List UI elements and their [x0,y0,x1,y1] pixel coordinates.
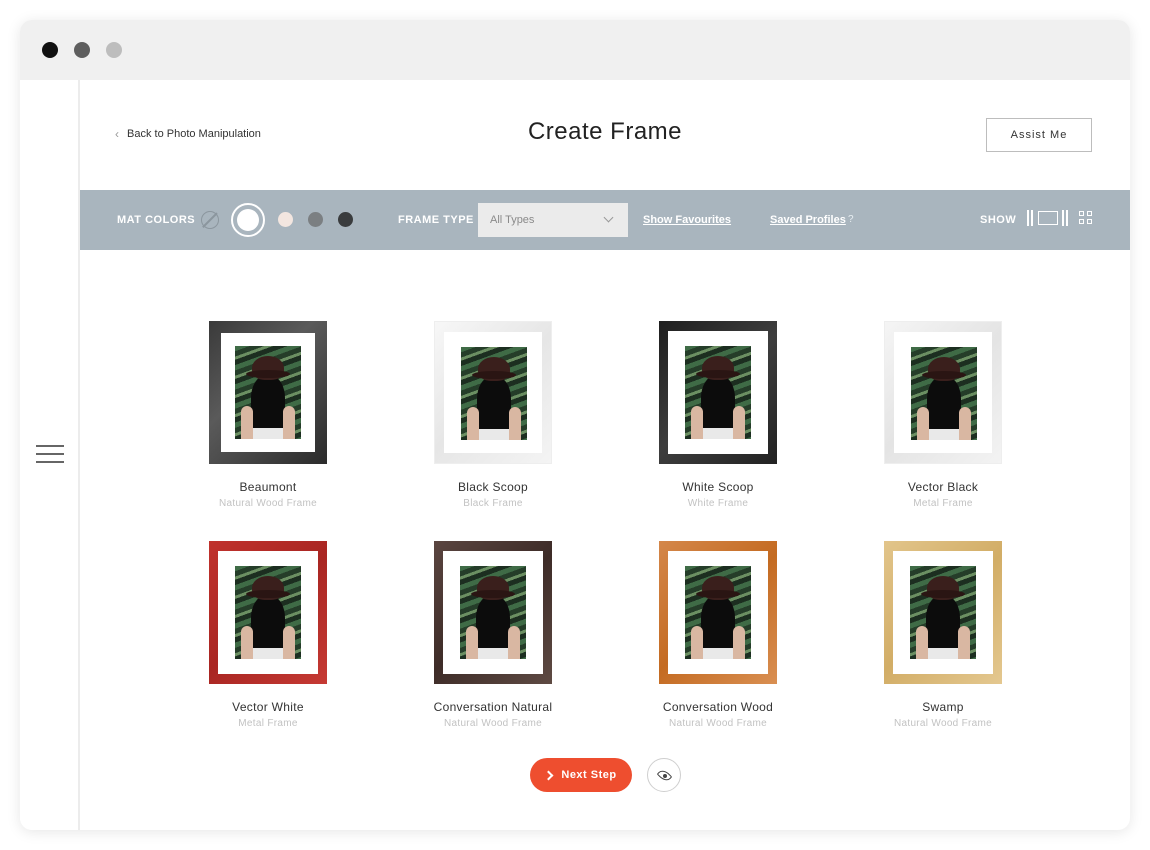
grid-view-icon[interactable] [1079,211,1093,225]
saved-profiles-link[interactable]: Saved Profiles [770,214,846,226]
frame-type-label: FRAME TYPE [398,214,474,226]
frame-preview [434,321,552,464]
frame-card[interactable]: Vector Black Metal Frame [853,321,1033,509]
photo-thumbnail [235,346,301,439]
page-title: Create Frame [527,118,683,145]
frame-type: Natural Wood Frame [218,498,318,509]
frame-preview [659,321,777,464]
frame-preview [209,541,327,684]
frame-card[interactable]: White Scoop White Frame [628,321,808,509]
frame-preview [884,541,1002,684]
show-label: SHOW [980,214,1017,226]
frame-type: Natural Wood Frame [443,718,543,729]
frame-card[interactable]: Vector White Metal Frame [178,541,358,729]
frame-type: White Frame [687,498,749,509]
chevron-right-icon [543,770,554,780]
photo-thumbnail [685,566,751,659]
mat-color-dark-swatch[interactable] [338,212,353,227]
single-view-icon[interactable] [1027,210,1069,226]
frame-type: Metal Frame [238,718,298,729]
frame-type: Metal Frame [913,498,973,509]
mat-color-cream-swatch[interactable] [278,212,293,227]
frame-type: Natural Wood Frame [668,718,768,729]
frame-name: Beaumont [239,480,297,494]
help-icon[interactable]: ? [848,214,854,225]
chevron-down-icon [603,212,614,223]
minimize-window-button[interactable] [74,42,90,58]
app-window: ‹ Back to Photo Manipulation Create Fram… [20,20,1130,830]
filter-toolbar: MAT COLORS FRAME TYPE All Types Show Fav… [80,190,1130,250]
preview-button[interactable] [647,758,681,792]
photo-thumbnail [911,347,977,440]
frame-name: Conversation Wood [662,700,774,714]
photo-thumbnail [460,566,526,659]
mat-color-none-swatch[interactable] [201,211,219,229]
close-window-button[interactable] [42,42,58,58]
maximize-window-button[interactable] [106,42,122,58]
title-bar [20,20,1130,80]
assist-me-button[interactable]: Assist Me [986,118,1092,152]
frame-preview [884,321,1002,464]
frame-name: White Scoop [682,480,754,494]
frame-card[interactable]: Conversation Wood Natural Wood Frame [628,541,808,729]
frame-preview [659,541,777,684]
frame-card[interactable]: Beaumont Natural Wood Frame [178,321,358,509]
sidebar [20,80,80,830]
mat-color-gray-swatch[interactable] [308,212,323,227]
frame-name: Swamp [922,700,964,714]
frame-name: Vector White [232,700,304,714]
show-favourites-link[interactable]: Show Favourites [643,214,731,226]
mat-colors-label: MAT COLORS [117,214,196,226]
photo-thumbnail [461,347,527,440]
frame-name: Vector Black [907,480,979,494]
frame-preview [434,541,552,684]
photo-thumbnail [235,566,301,659]
frame-preview [209,321,327,464]
photo-thumbnail [685,346,751,439]
frame-card[interactable]: Black Scoop Black Frame [403,321,583,509]
next-step-label: Next Step [561,769,617,781]
frame-type-value: All Types [490,214,535,226]
frame-card[interactable]: Conversation Natural Natural Wood Frame [403,541,583,729]
frame-name: Black Scoop [457,480,528,494]
frame-name: Conversation Natural [433,700,553,714]
main-content: ‹ Back to Photo Manipulation Create Fram… [80,80,1130,830]
hamburger-menu-icon[interactable] [36,445,64,465]
mat-color-white-swatch[interactable] [231,203,265,237]
frame-type: Natural Wood Frame [893,718,993,729]
frame-card[interactable]: Swamp Natural Wood Frame [853,541,1033,729]
photo-thumbnail [910,566,976,659]
next-step-button[interactable]: Next Step [530,758,632,792]
frame-type-select[interactable]: All Types [478,203,628,237]
frame-type: Black Frame [463,498,523,509]
